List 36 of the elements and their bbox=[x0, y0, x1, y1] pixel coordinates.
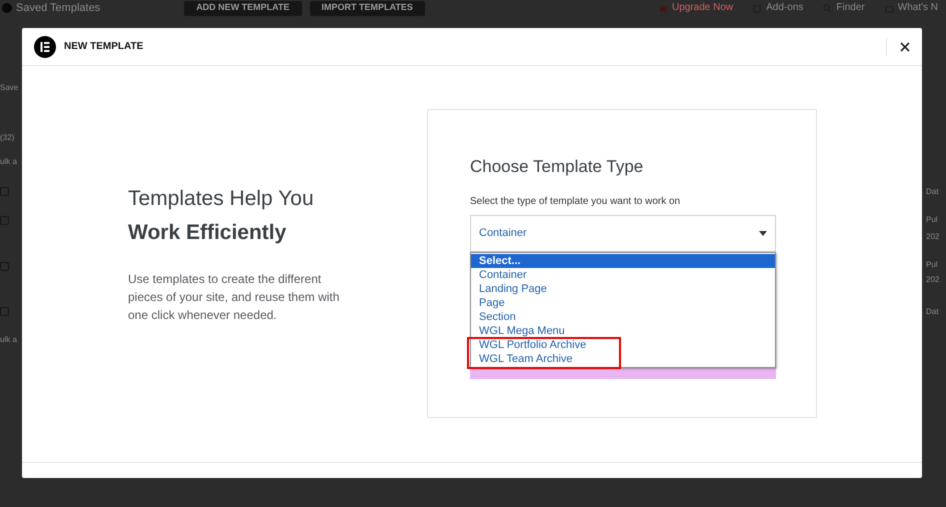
dropdown-option[interactable]: Page bbox=[471, 296, 775, 310]
page-button[interactable]: IMPORT TEMPLATES bbox=[310, 0, 425, 16]
background-text: (32) bbox=[0, 133, 14, 143]
logo-icon bbox=[2, 3, 12, 13]
form-title: Choose Template Type bbox=[470, 156, 644, 178]
dropdown-option[interactable]: WGL Team Archive bbox=[471, 352, 775, 366]
intro-heading: Templates Help You Work Efficiently bbox=[128, 186, 315, 246]
page-title: Saved Templates bbox=[16, 1, 100, 15]
dropdown-option[interactable]: Landing Page bbox=[471, 282, 775, 296]
crown-icon bbox=[658, 4, 668, 12]
top-link[interactable]: What's N bbox=[884, 1, 938, 15]
dropdown-option[interactable]: WGL Portfolio Archive bbox=[471, 338, 775, 352]
top-link[interactable]: Upgrade Now bbox=[658, 1, 734, 15]
dropdown-option[interactable]: Section bbox=[471, 310, 775, 324]
background-text: 202 bbox=[926, 232, 940, 242]
close-icon bbox=[900, 42, 910, 52]
field-label: Select the type of template you want to work on bbox=[470, 194, 682, 208]
dropdown-option[interactable]: WGL Mega Menu bbox=[471, 324, 775, 338]
background-text: Pul bbox=[926, 260, 938, 270]
top-link[interactable]: Add-ons bbox=[753, 1, 804, 15]
page-button[interactable]: ADD NEW TEMPLATE bbox=[184, 0, 302, 16]
dropdown-option[interactable]: Select... bbox=[471, 254, 775, 268]
logo-icon bbox=[34, 36, 56, 58]
top-link[interactable]: Finder bbox=[823, 1, 865, 15]
background-text: Save bbox=[0, 83, 18, 93]
modal-title: NEW TEMPLATE bbox=[64, 40, 144, 54]
background-text: Dat bbox=[926, 187, 938, 197]
background-text: Dat bbox=[926, 307, 938, 317]
dropdown-option[interactable]: Container bbox=[471, 268, 775, 282]
background-text: 202 bbox=[926, 275, 940, 285]
background-text: ulk a bbox=[0, 157, 17, 167]
intro-text: Use templates to create the different pieces of your site, and reuse them with one click whenever needed. bbox=[128, 271, 340, 324]
background-text: ulk a bbox=[0, 335, 17, 345]
template-type-select[interactable]: Container bbox=[470, 214, 776, 252]
caret-icon bbox=[759, 230, 767, 236]
background-text: Pul bbox=[926, 215, 938, 225]
